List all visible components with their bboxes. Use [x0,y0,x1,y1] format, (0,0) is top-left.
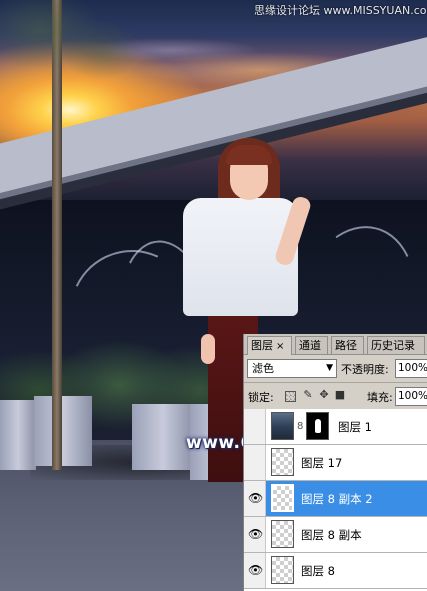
layer-row[interactable]: 👁 图层 8 副本 [244,517,427,553]
planter [132,404,194,470]
girl-hand [201,334,215,364]
layer-name: 图层 17 [301,456,343,470]
tab-history[interactable]: 历史记录 [367,336,425,354]
visibility-toggle[interactable]: 👁 [244,517,266,552]
layer-row[interactable]: 8 图层 1 [244,409,427,445]
layer-name: 图层 8 副本 2 [301,492,373,506]
chevron-down-icon: ▼ [326,363,333,373]
tab-paths[interactable]: 路径 [331,336,364,354]
layer-name: 图层 1 [338,420,372,434]
tab-layers[interactable]: 图层 × [247,336,292,355]
planter [0,400,36,470]
layer-thumbnail [271,448,294,476]
panel-tabs: 图层 × 通道 路径 历史记录 [244,334,427,355]
eye-icon: 👁 [248,491,264,505]
blend-mode-value: 滤色 [252,362,274,375]
lock-image-icon[interactable]: ✎ [302,389,314,401]
tab-channels-label: 通道 [299,339,321,352]
mask-shape [315,419,321,433]
layer-thumbnail [271,484,294,512]
lock-label: 锁定: [248,391,274,404]
layer-row-selected[interactable]: 👁 图层 8 副本 2 [244,481,427,517]
layer-thumbnail [271,520,294,548]
eye-icon: 👁 [248,527,264,541]
tree-leaves [0,0,140,110]
blend-row: 滤色 ▼ 不透明度: 100% [244,356,427,380]
eye-icon: 👁 [248,563,264,577]
lock-position-icon[interactable]: ✥ [318,389,330,401]
lock-transparency-icon[interactable] [285,391,296,402]
lock-row: 锁定: ✎ ✥ ■ 填充: 100% [244,384,427,408]
layer-thumbnail [271,412,294,440]
planter [34,396,92,466]
opacity-input[interactable]: 100% [395,359,427,378]
visibility-toggle[interactable]: 👁 [244,553,266,588]
divider [244,382,427,383]
layer-row[interactable]: 图层 17 [244,445,427,481]
layer-name: 图层 8 [301,564,335,578]
visibility-toggle[interactable] [244,409,266,444]
layer-mask-thumbnail[interactable] [306,412,329,440]
visibility-toggle[interactable]: 👁 [244,481,266,516]
tab-layers-label: 图层 [251,339,273,352]
link-icon[interactable]: 8 [297,421,303,432]
layer-row[interactable]: 👁 图层 8 [244,553,427,589]
layer-name: 图层 8 副本 [301,528,362,542]
girl-bangs [226,145,272,165]
visibility-toggle[interactable] [244,445,266,480]
opacity-label: 不透明度: [341,363,389,376]
blend-mode-select[interactable]: 滤色 ▼ [247,359,337,378]
fill-input[interactable]: 100% [395,387,427,406]
tab-paths-label: 路径 [335,339,357,352]
layer-thumbnail [271,556,294,584]
fill-label: 填充: [367,391,393,404]
tab-channels[interactable]: 通道 [295,336,328,354]
layers-panel: 图层 × 通道 路径 历史记录 滤色 ▼ 不透明度: 100% 锁定: ✎ ✥ ■… [243,334,427,591]
lock-all-icon[interactable]: ■ [334,389,346,401]
watermark-top: 思缘设计论坛 www.MISSYUAN.com [254,4,427,17]
close-icon[interactable]: × [276,341,284,352]
tab-history-label: 历史记录 [371,339,415,352]
layer-list: 8 图层 1 图层 17 👁 图层 8 副本 2 👁 图层 8 副本 👁 图层 … [244,409,427,591]
